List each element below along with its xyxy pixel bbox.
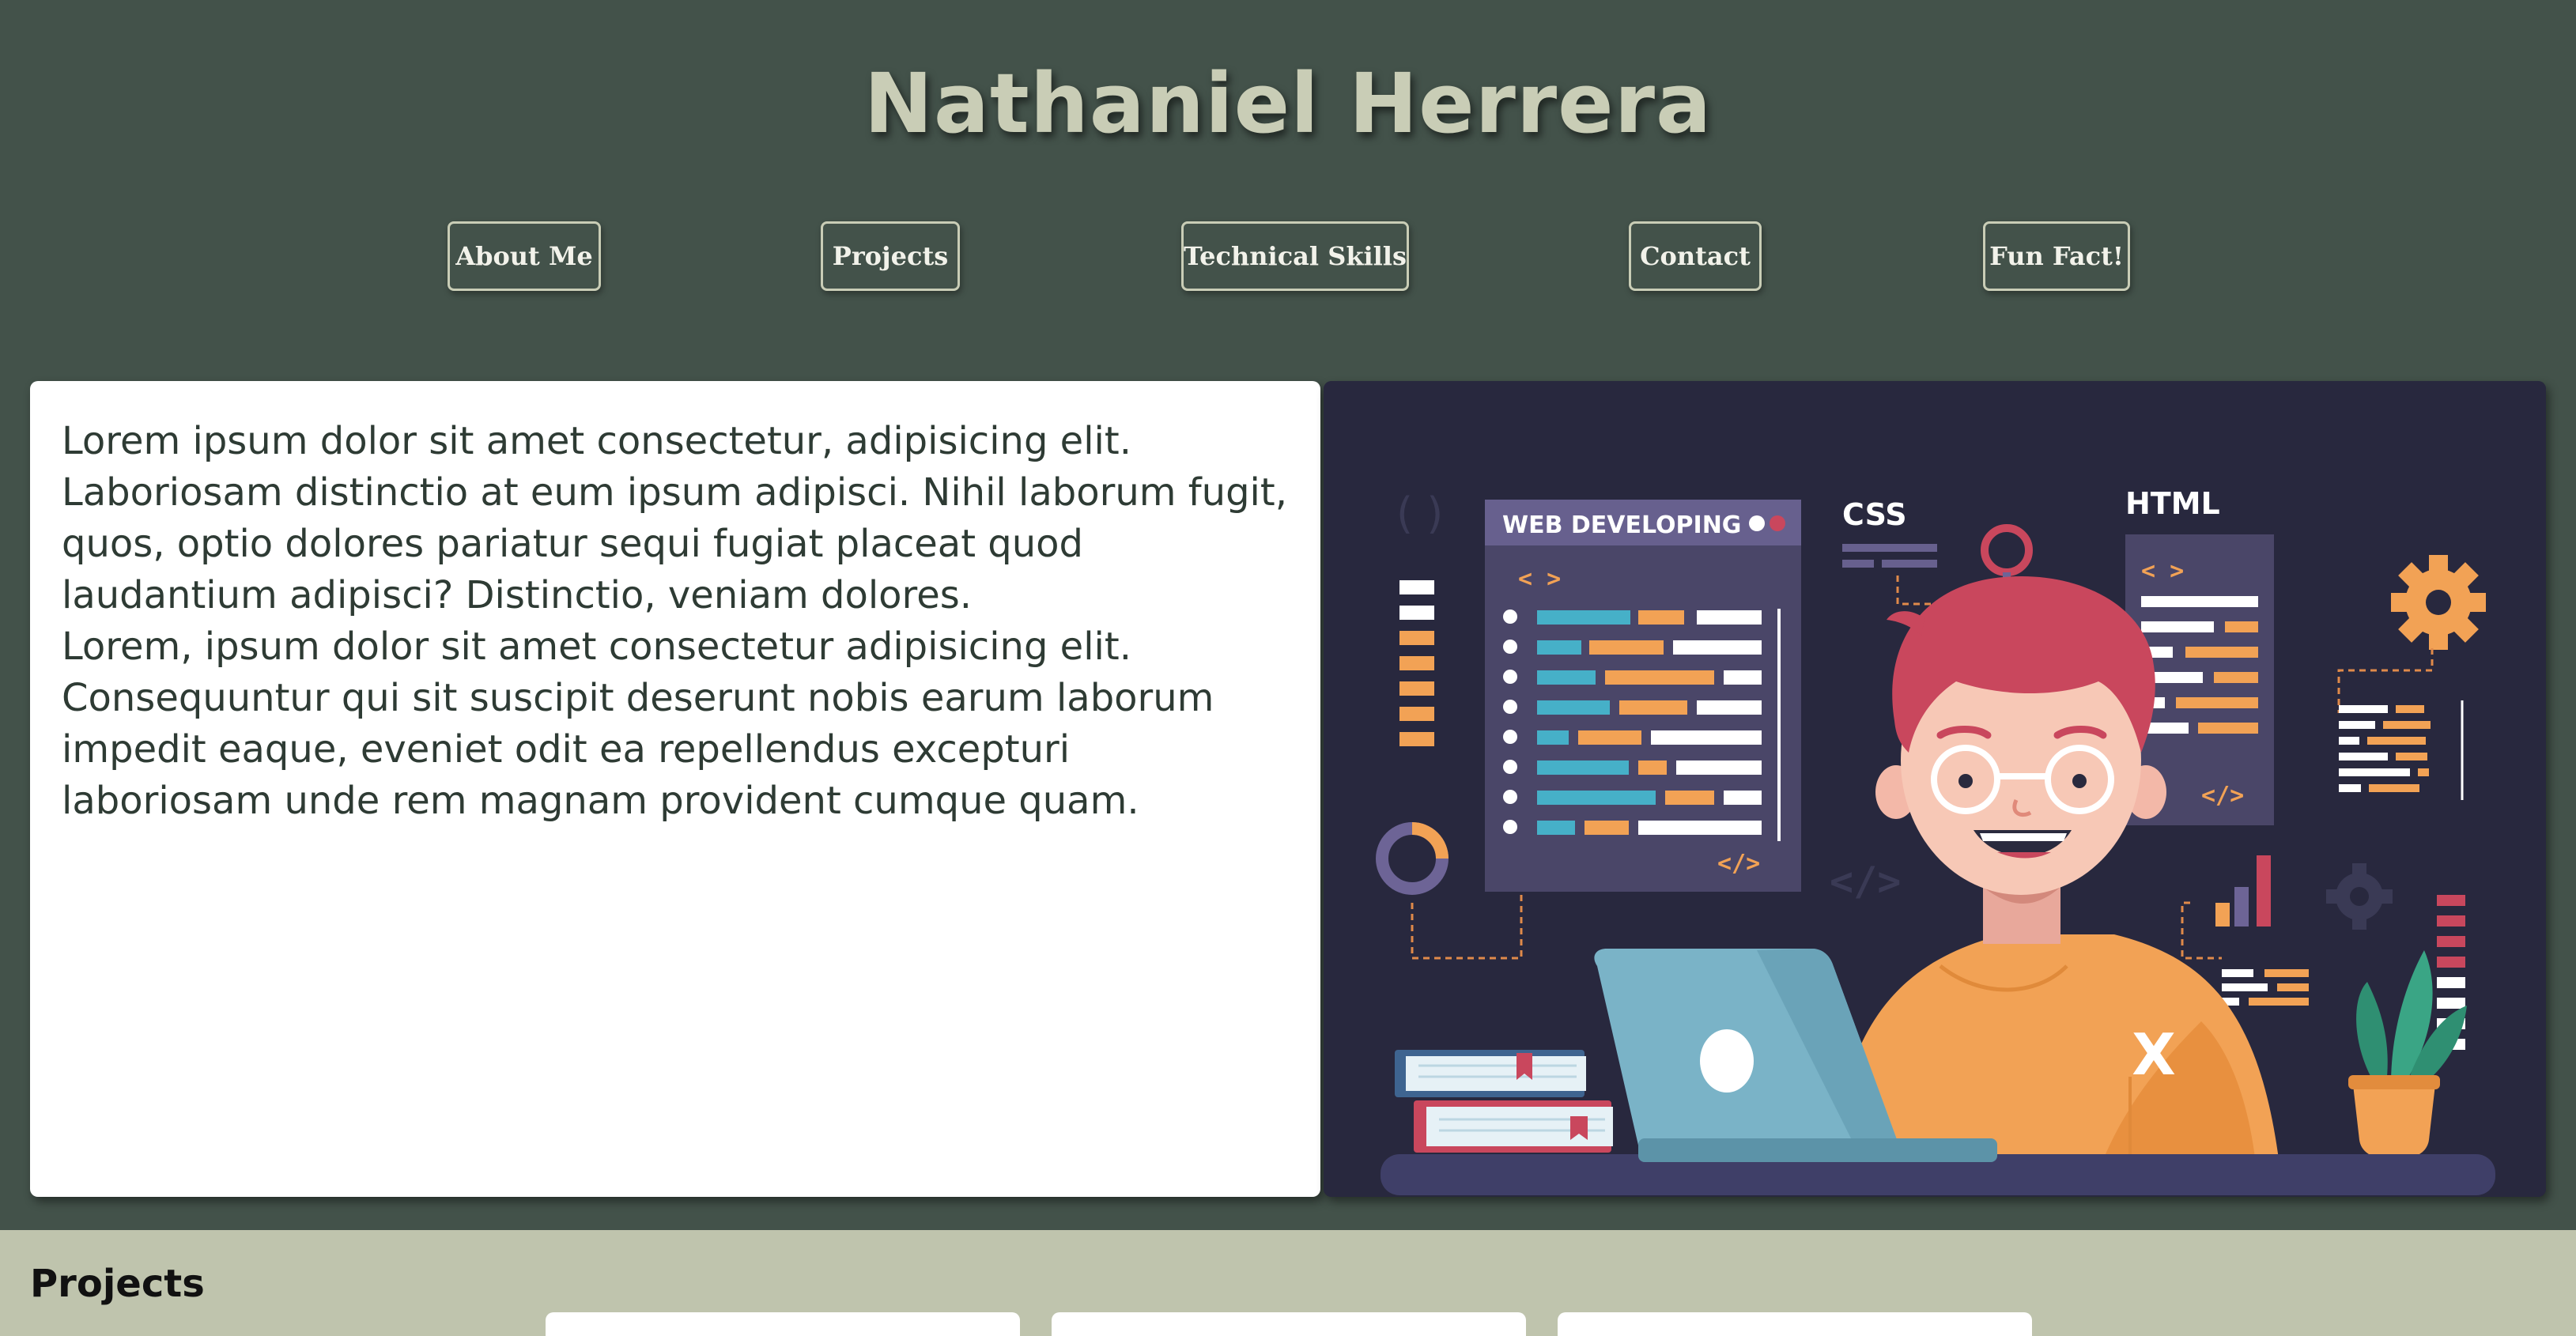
site-title: Nathaniel Herrera [863, 55, 1713, 152]
projects-heading: Projects [30, 1262, 205, 1306]
web-developing-panel: WEB DEVELOPING < > </> [1485, 500, 1801, 892]
gear-icon [2391, 555, 2486, 650]
html-open-tag: < > [2141, 557, 2184, 585]
web-developing-label: WEB DEVELOPING [1502, 511, 1741, 539]
css-label: CSS [1842, 497, 1907, 532]
braces-deco: ( ) [1396, 489, 1443, 538]
nav-projects-button[interactable]: Projects [821, 221, 960, 291]
projects-section: Projects [0, 1230, 2576, 1336]
project-card[interactable] [546, 1312, 1020, 1336]
nav-about-me-button[interactable]: About Me [448, 221, 601, 291]
hero-illustration: ( ) WEB DEVELOPING < > </> CSS HTML < > … [1324, 381, 2546, 1197]
html-label: HTML [2125, 486, 2220, 521]
about-paragraph-2: Lorem, ipsum dolor sit amet consectetur … [62, 625, 1214, 823]
nav-technical-skills-button[interactable]: Technical Skills [1181, 221, 1409, 291]
code-close-tag: </> [1717, 850, 1760, 877]
code-tag-deco: </> [1830, 859, 1901, 904]
site-header: Nathaniel Herrera About Me Projects Tech… [0, 0, 2576, 379]
project-card[interactable] [1052, 1312, 1526, 1336]
book-stack [1395, 1050, 1613, 1153]
nav-fun-fact-button[interactable]: Fun Fact! [1983, 221, 2130, 291]
about-paragraph-1: Lorem ipsum dolor sit amet consectetur, … [62, 419, 1287, 617]
shirt-x-mark: X [2132, 1021, 2176, 1088]
code-open-tag: < > [1518, 565, 1561, 593]
html-close-tag: </> [2201, 782, 2244, 810]
developer-illustration: ( ) WEB DEVELOPING < > </> CSS HTML < > … [1324, 381, 2546, 1197]
project-card[interactable] [1558, 1312, 2032, 1336]
about-me-card: Lorem ipsum dolor sit amet consectetur, … [30, 381, 1320, 1197]
nav-contact-button[interactable]: Contact [1629, 221, 1762, 291]
